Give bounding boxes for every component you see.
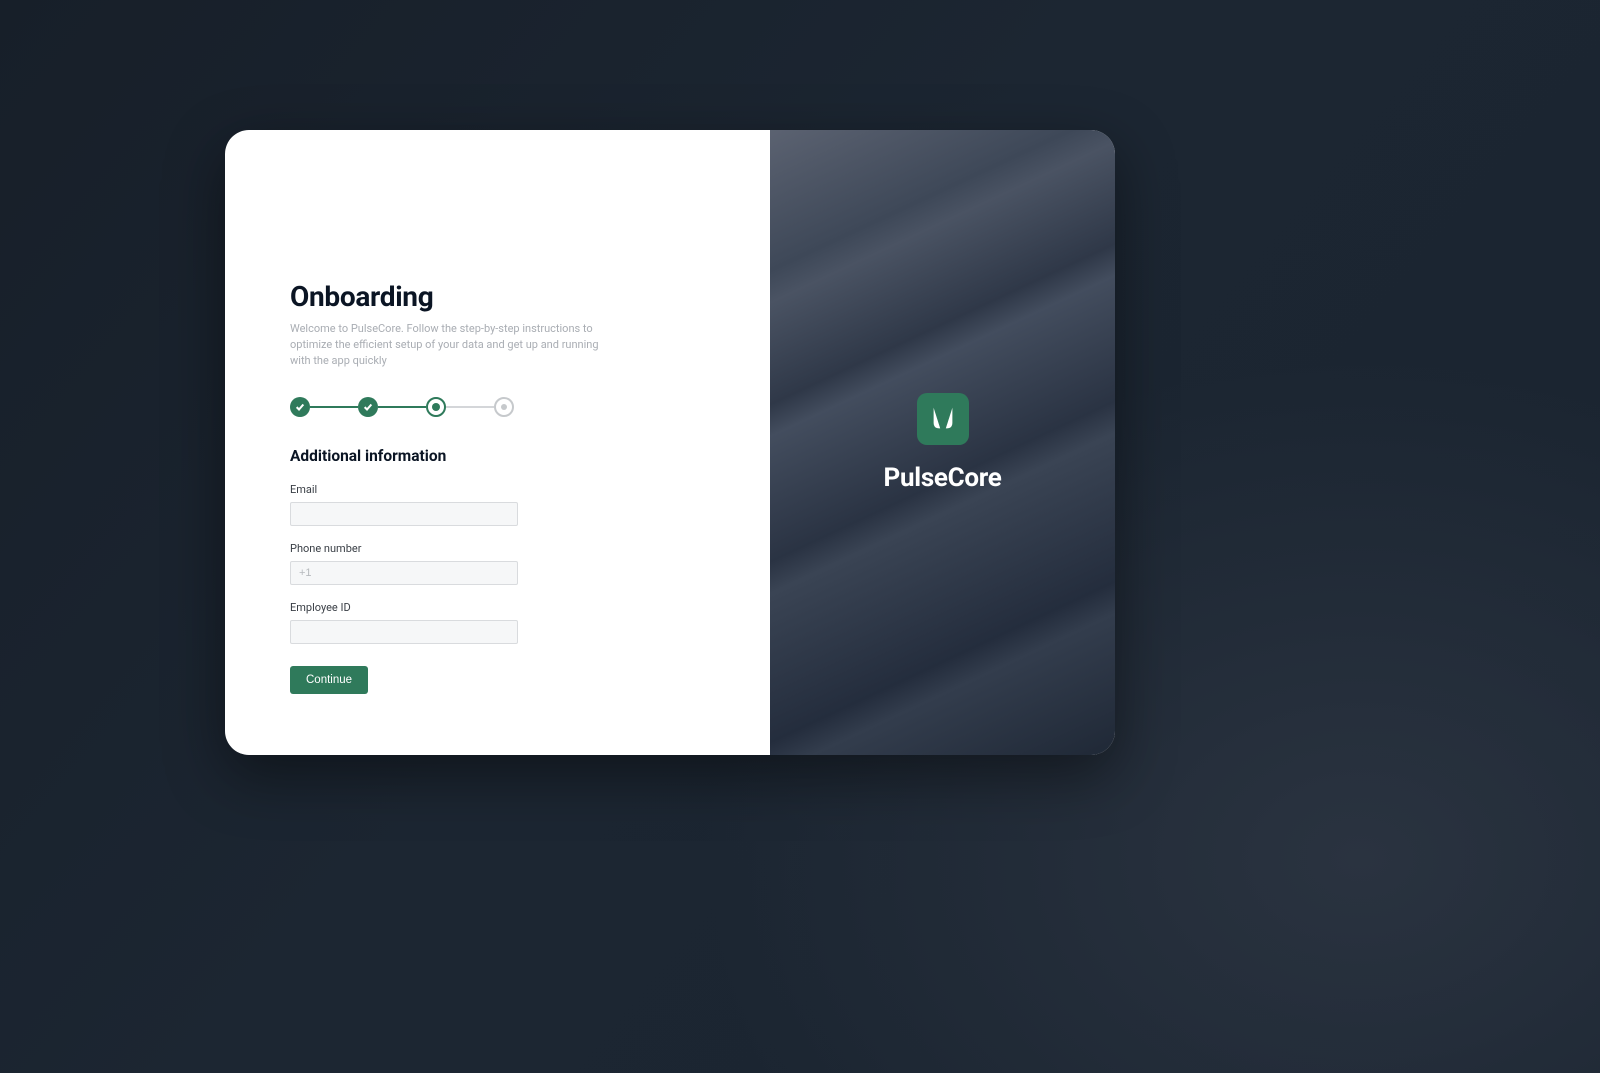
- step-4-upcoming: [494, 397, 514, 417]
- step-connector: [310, 406, 358, 408]
- section-title: Additional information: [290, 447, 710, 465]
- step-2-done: [358, 397, 378, 417]
- check-icon: [363, 402, 373, 412]
- check-icon: [295, 402, 305, 412]
- progress-stepper: [290, 397, 710, 417]
- step-1-done: [290, 397, 310, 417]
- phone-field-group: Phone number: [290, 542, 518, 585]
- email-field[interactable]: [290, 502, 518, 526]
- step-connector: [446, 406, 494, 408]
- email-label: Email: [290, 483, 518, 496]
- employee-id-field[interactable]: [290, 620, 518, 644]
- employee-id-label: Employee ID: [290, 601, 518, 614]
- additional-info-form: Email Phone number Employee ID Continue: [290, 483, 518, 694]
- brand-name: PulseCore: [884, 463, 1002, 493]
- step-3-current: [426, 397, 446, 417]
- brand-pane: PulseCore: [770, 130, 1115, 755]
- email-field-group: Email: [290, 483, 518, 526]
- employee-id-field-group: Employee ID: [290, 601, 518, 644]
- onboarding-form-pane: Onboarding Welcome to PulseCore. Follow …: [225, 130, 770, 755]
- brand-logo: [917, 393, 969, 445]
- page-subtitle: Welcome to PulseCore. Follow the step-by…: [290, 321, 610, 369]
- onboarding-card: Onboarding Welcome to PulseCore. Follow …: [225, 130, 1115, 755]
- continue-button[interactable]: Continue: [290, 666, 368, 694]
- phone-field[interactable]: [290, 561, 518, 585]
- step-connector: [378, 406, 426, 408]
- pulsecore-logo-icon: [928, 404, 958, 434]
- phone-label: Phone number: [290, 542, 518, 555]
- page-title: Onboarding: [290, 280, 710, 313]
